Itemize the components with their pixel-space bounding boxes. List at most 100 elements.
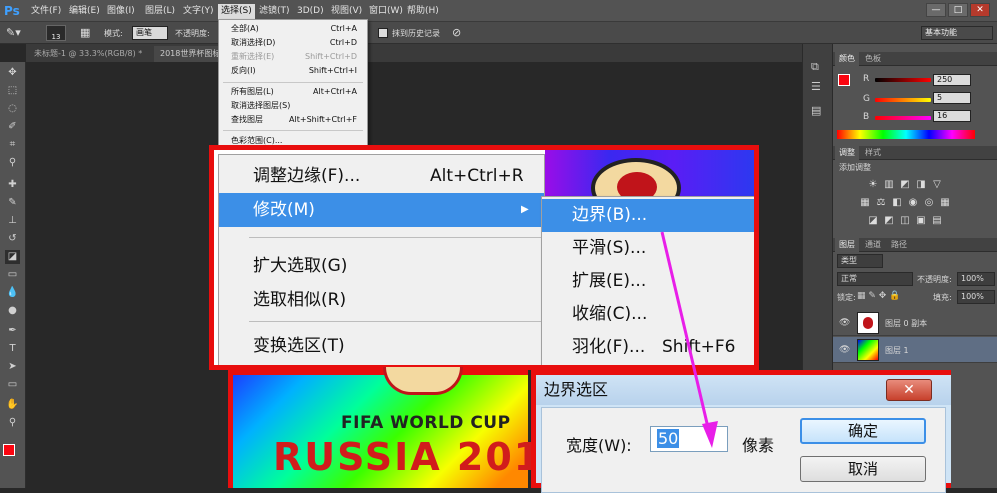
vibrance-icon[interactable]: ▽ bbox=[931, 179, 943, 190]
posterize-icon[interactable]: ◩ bbox=[883, 215, 895, 226]
menu-3d[interactable]: 3D(D) bbox=[294, 4, 327, 19]
blur-tool-icon[interactable]: 💧 bbox=[5, 286, 20, 300]
menu-item-grow[interactable]: 扩大选取(G) bbox=[219, 249, 544, 283]
tab-paths[interactable]: 路径 bbox=[887, 238, 911, 252]
g-slider[interactable] bbox=[875, 98, 931, 102]
layer-row[interactable]: 👁 图层 0 副本 bbox=[833, 310, 997, 336]
g-value-field[interactable]: 5 bbox=[933, 92, 971, 104]
info-panel-icon[interactable]: ▤ bbox=[811, 104, 825, 118]
properties-panel-icon[interactable]: ☰ bbox=[811, 80, 825, 94]
selective-color-icon[interactable]: ▣ bbox=[915, 215, 927, 226]
invert-icon[interactable]: ◪ bbox=[867, 215, 879, 226]
close-icon[interactable]: ✕ bbox=[886, 379, 932, 401]
lookup-icon[interactable]: ▦ bbox=[939, 197, 951, 208]
layer-opacity-field[interactable]: 100% bbox=[957, 272, 995, 286]
tab-adjustments[interactable]: 调整 bbox=[835, 146, 859, 160]
brush-panel-icon[interactable]: ▦ bbox=[80, 26, 94, 40]
menu-item-find-layers[interactable]: 查找图层 Alt+Shift+Ctrl+F bbox=[219, 113, 367, 127]
pen-tool-icon[interactable]: ✒ bbox=[5, 324, 20, 338]
menu-item-refine-edge[interactable]: 调整边缘(F)... Alt+Ctrl+R bbox=[219, 159, 544, 193]
menu-item-similar[interactable]: 选取相似(R) bbox=[219, 283, 544, 317]
shape-tool-icon[interactable]: ▭ bbox=[5, 378, 20, 392]
photo-filter-icon[interactable]: ◉ bbox=[907, 197, 919, 208]
gradient-map-icon[interactable]: ▤ bbox=[931, 215, 943, 226]
minimize-button[interactable]: — bbox=[926, 3, 946, 17]
foreground-color-swatch[interactable] bbox=[3, 444, 15, 456]
channel-mixer-icon[interactable]: ◎ bbox=[923, 197, 935, 208]
menu-item-all[interactable]: 全部(A) Ctrl+A bbox=[219, 22, 367, 36]
eye-icon[interactable]: 👁 bbox=[839, 318, 850, 328]
menu-item-inverse[interactable]: 反向(I) Shift+Ctrl+I bbox=[219, 64, 367, 78]
brightness-icon[interactable]: ☀ bbox=[867, 179, 879, 190]
tab-layers[interactable]: 图层 bbox=[835, 238, 859, 252]
type-tool-icon[interactable]: T bbox=[5, 342, 20, 356]
dodge-tool-icon[interactable]: ● bbox=[5, 304, 20, 318]
bw-icon[interactable]: ◧ bbox=[891, 197, 903, 208]
tab-color[interactable]: 颜色 bbox=[835, 52, 859, 66]
width-input[interactable]: 50 bbox=[650, 426, 728, 452]
menu-image[interactable]: 图像(I) bbox=[104, 4, 138, 19]
menu-item-modify[interactable]: 修改(M) ▶ bbox=[219, 193, 544, 227]
curves-icon[interactable]: ◩ bbox=[899, 179, 911, 190]
r-slider[interactable] bbox=[875, 78, 931, 82]
menu-select[interactable]: 选择(S) bbox=[218, 4, 255, 19]
color-balance-icon[interactable]: ⚖ bbox=[875, 197, 887, 208]
history-brush-tool-icon[interactable]: ↺ bbox=[5, 232, 20, 246]
menu-filter[interactable]: 滤镜(T) bbox=[256, 4, 293, 19]
brush-size-picker[interactable]: 13 bbox=[46, 25, 66, 41]
menu-item-transform-selection[interactable]: 变换选区(T) bbox=[219, 329, 544, 363]
submenu-item-smooth[interactable]: 平滑(S)... bbox=[542, 232, 754, 265]
quick-select-tool-icon[interactable]: ✐ bbox=[5, 120, 20, 134]
eye-icon[interactable]: 👁 bbox=[839, 345, 850, 355]
submenu-item-expand[interactable]: 扩展(E)... bbox=[542, 265, 754, 298]
menu-help[interactable]: 帮助(H) bbox=[404, 4, 442, 19]
workspace-select[interactable]: 基本功能 bbox=[921, 26, 993, 40]
eyedropper-tool-icon[interactable]: ⚲ bbox=[5, 156, 20, 170]
exposure-icon[interactable]: ◨ bbox=[915, 179, 927, 190]
move-tool-icon[interactable]: ✥ bbox=[5, 66, 20, 80]
submenu-item-border[interactable]: 边界(B)... bbox=[542, 199, 754, 232]
blend-mode-select[interactable]: 正常 bbox=[837, 272, 913, 286]
marquee-tool-icon[interactable]: ⬚ bbox=[5, 84, 20, 98]
fill-field[interactable]: 100% bbox=[957, 290, 995, 304]
pressure-icon[interactable]: ⊘ bbox=[452, 26, 461, 39]
menu-item-deselect[interactable]: 取消选择(D) Ctrl+D bbox=[219, 36, 367, 50]
gradient-tool-icon[interactable]: ▭ bbox=[5, 268, 20, 282]
cancel-button[interactable]: 取消 bbox=[800, 456, 926, 482]
color-spectrum[interactable] bbox=[837, 130, 975, 139]
eraser-tool-icon[interactable]: ✎▾ bbox=[6, 26, 28, 40]
tab-styles[interactable]: 样式 bbox=[861, 146, 885, 160]
submenu-item-contract[interactable]: 收缩(C)... bbox=[542, 298, 754, 331]
ok-button[interactable]: 确定 bbox=[800, 418, 926, 444]
lasso-tool-icon[interactable]: ◌ bbox=[5, 102, 20, 116]
menu-type[interactable]: 文字(Y) bbox=[180, 4, 217, 19]
tab-untitled[interactable]: 未标题-1 @ 33.3%(RGB/8) * bbox=[28, 46, 149, 62]
menu-item-all-layers[interactable]: 所有图层(L) Alt+Ctrl+A bbox=[219, 85, 367, 99]
eraser-tool-icon[interactable]: ◪ bbox=[5, 250, 20, 264]
zoom-tool-icon[interactable]: ⚲ bbox=[5, 416, 20, 430]
erase-history-checkbox[interactable] bbox=[378, 28, 388, 38]
r-value-field[interactable]: 250 bbox=[933, 74, 971, 86]
crop-tool-icon[interactable]: ⌗ bbox=[5, 138, 20, 152]
history-panel-icon[interactable]: ⧉ bbox=[811, 60, 825, 74]
menu-layer[interactable]: 图层(L) bbox=[142, 4, 178, 19]
layer-kind-filter[interactable]: 类型 bbox=[837, 254, 883, 268]
menu-window[interactable]: 窗口(W) bbox=[366, 4, 406, 19]
hue-icon[interactable]: ▦ bbox=[859, 197, 871, 208]
menu-file[interactable]: 文件(F) bbox=[28, 4, 64, 19]
healing-tool-icon[interactable]: ✚ bbox=[5, 178, 20, 192]
brush-tool-icon[interactable]: ✎ bbox=[5, 196, 20, 210]
menu-item-deselect-layers[interactable]: 取消选择图层(S) bbox=[219, 99, 367, 113]
hand-tool-icon[interactable]: ✋ bbox=[5, 398, 20, 412]
lock-icons[interactable]: ▦ ✎ ✥ 🔒 bbox=[857, 291, 900, 301]
mode-select[interactable]: 画笔 bbox=[132, 26, 168, 40]
levels-icon[interactable]: ▥ bbox=[883, 179, 895, 190]
menu-view[interactable]: 视图(V) bbox=[328, 4, 365, 19]
close-window-button[interactable]: ✕ bbox=[970, 3, 990, 17]
layer-row-selected[interactable]: 👁 图层 1 bbox=[833, 337, 997, 363]
tab-swatches[interactable]: 色板 bbox=[861, 52, 885, 66]
color-fg-swatch[interactable] bbox=[838, 74, 850, 86]
threshold-icon[interactable]: ◫ bbox=[899, 215, 911, 226]
stamp-tool-icon[interactable]: ⊥ bbox=[5, 214, 20, 228]
tab-worldcup[interactable]: 2018世界杯图标 bbox=[154, 46, 227, 62]
